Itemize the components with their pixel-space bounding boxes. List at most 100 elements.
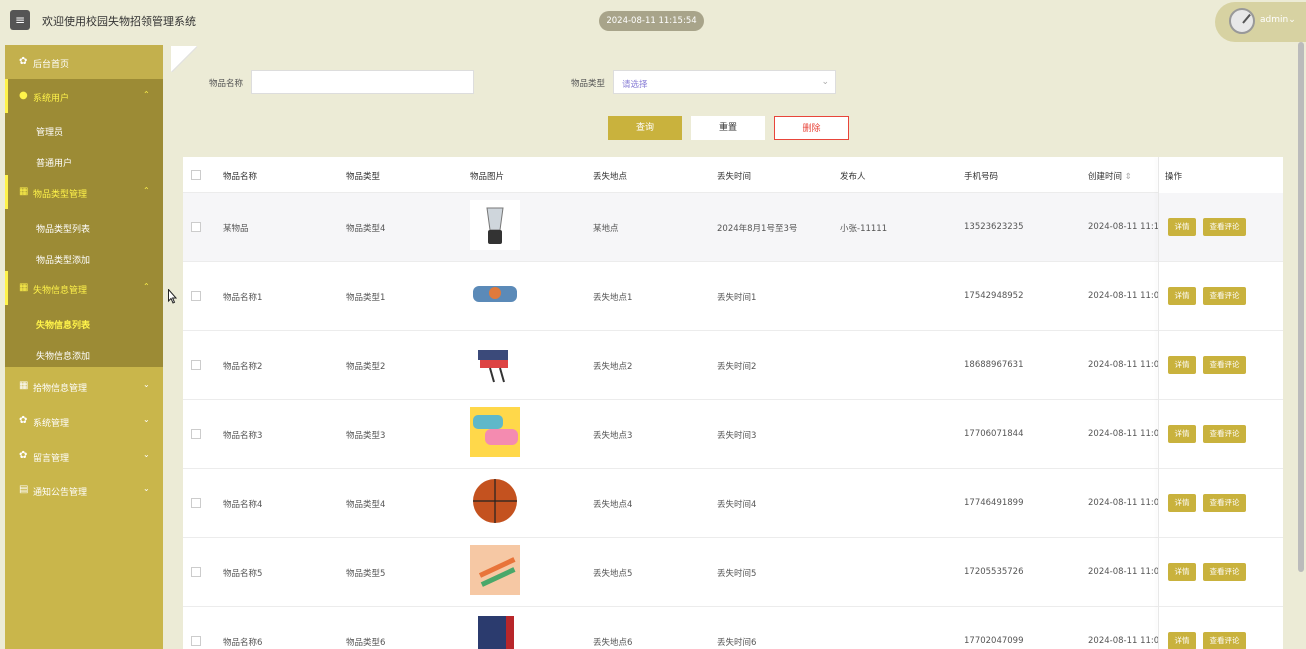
type-select[interactable]: 请选择 ⌄ (613, 70, 836, 94)
cell-phone: 17706071844 (964, 429, 1024, 439)
cell-time: 丢失时间4 (717, 500, 757, 510)
user-menu[interactable]: admin⌄ (1215, 2, 1306, 42)
sidebar-item-messages[interactable]: ✿ 留言管理 ⌄ (5, 439, 163, 473)
table-row-operations: 详情 查看评论 (1159, 262, 1283, 331)
cell-place: 某地点 (593, 224, 619, 234)
row-checkbox[interactable] (191, 291, 201, 301)
message-icon: ✿ (19, 450, 28, 461)
cell-name: 物品名称6 (223, 638, 263, 648)
row-checkbox[interactable] (191, 429, 201, 439)
sidebar-item-label: 留言管理 (33, 454, 70, 464)
select-all-checkbox[interactable] (191, 170, 201, 180)
delete-button[interactable]: 删除 (774, 116, 849, 140)
sidebar-group-item-types: ▦ 物品类型管理 ⌃ 物品类型列表 物品类型添加 (5, 175, 163, 271)
sidebar-subitem-lost-add[interactable]: 失物信息添加 (36, 349, 90, 362)
name-input[interactable] (251, 70, 474, 94)
view-comments-button[interactable]: 查看评论 (1203, 563, 1246, 581)
sidebar: ✿ 后台首页 ● 系统用户 ⌃ 管理员 普通用户 ▦ 物品类型管理 ⌃ 物品类型… (5, 45, 163, 649)
sidebar-item-home[interactable]: ✿ 后台首页 (5, 45, 163, 79)
cell-publisher: 小张-11111 (840, 224, 888, 234)
view-comments-button[interactable]: 查看评论 (1203, 632, 1246, 649)
column-header: 物品类型 (346, 172, 381, 182)
page-scrollbar[interactable] (1298, 42, 1304, 572)
cell-phone: 17542948952 (964, 291, 1024, 301)
chevron-down-icon: ⌄ (143, 484, 150, 493)
table-row-operations: 详情 查看评论 (1159, 469, 1283, 538)
hamburger-icon[interactable]: ≡ (10, 10, 30, 30)
detail-button[interactable]: 详情 (1168, 494, 1196, 512)
gear-icon: ✿ (19, 415, 28, 426)
sidebar-item-found-items[interactable]: ▦ 拾物信息管理 ⌄ (5, 369, 163, 403)
sidebar-subitem-type-list[interactable]: 物品类型列表 (36, 222, 90, 235)
sidebar-group-system-users: ● 系统用户 ⌃ 管理员 普通用户 (5, 79, 163, 175)
sidebar-item-system-users[interactable]: ● 系统用户 ⌃ (5, 79, 163, 113)
column-header: 物品名称 (223, 172, 258, 182)
view-comments-button[interactable]: 查看评论 (1203, 218, 1246, 236)
cell-phone: 18688967631 (964, 360, 1024, 370)
cell-name: 某物品 (223, 224, 249, 234)
table-row-operations: 详情 查看评论 (1159, 400, 1283, 469)
user-icon: ● (19, 90, 28, 101)
row-checkbox[interactable] (191, 498, 201, 508)
column-header: 发布人 (840, 172, 866, 182)
username: admin (1260, 15, 1289, 25)
view-comments-button[interactable]: 查看评论 (1203, 356, 1246, 374)
cell-type: 物品类型2 (346, 362, 386, 372)
row-checkbox[interactable] (191, 567, 201, 577)
table-row-operations: 详情 查看评论 (1159, 607, 1283, 649)
table-row-operations: 详情 查看评论 (1159, 538, 1283, 607)
cell-type: 物品类型1 (346, 293, 386, 303)
cell-phone: 13523623235 (964, 222, 1024, 232)
query-button[interactable]: 查询 (608, 116, 682, 140)
table-row-operations: 详情 查看评论 (1159, 193, 1283, 262)
view-comments-button[interactable]: 查看评论 (1203, 494, 1246, 512)
sidebar-item-lost-items[interactable]: ▦ 失物信息管理 ⌃ (5, 271, 163, 305)
item-image (470, 338, 520, 388)
chevron-down-icon: ⌄ (143, 380, 150, 389)
column-header-label: 创建时间 (1088, 172, 1123, 182)
sidebar-item-system-settings[interactable]: ✿ 系统管理 ⌄ (5, 404, 163, 438)
cell-name: 物品名称5 (223, 569, 263, 579)
view-comments-button[interactable]: 查看评论 (1203, 425, 1246, 443)
table-row: 物品名称2 物品类型2 丢失地点2 丢失时间2 18688967631 2024-08-1… (183, 331, 1283, 400)
sidebar-subitem-lost-list[interactable]: 失物信息列表 (36, 318, 90, 331)
item-image (470, 614, 520, 649)
datetime-badge: 2024-08-11 11:15:54 (599, 11, 704, 31)
column-header-sortable[interactable]: 创建时间 ⇕ (1088, 170, 1132, 182)
app-title: 欢迎使用校园失物招领管理系统 (42, 15, 196, 28)
detail-button[interactable]: 详情 (1168, 425, 1196, 443)
cell-created: 2024-08-11 11:09 (1088, 567, 1165, 577)
chevron-down-icon: ⌄ (821, 77, 829, 87)
cell-name: 物品名称3 (223, 431, 263, 441)
home-icon: ✿ (19, 56, 28, 67)
column-header: 手机号码 (964, 172, 999, 182)
row-checkbox[interactable] (191, 360, 201, 370)
data-table: 物品名称 物品类型 物品图片 丢失地点 丢失时间 发布人 手机号码 创建时间 ⇕… (183, 157, 1283, 649)
table-row-operations: 详情 查看评论 (1159, 331, 1283, 400)
item-image (470, 200, 520, 250)
reset-button[interactable]: 重置 (691, 116, 765, 140)
sidebar-subitem-type-add[interactable]: 物品类型添加 (36, 253, 90, 266)
cell-type: 物品类型3 (346, 431, 386, 441)
detail-button[interactable]: 详情 (1168, 356, 1196, 374)
row-checkbox[interactable] (191, 222, 201, 232)
detail-button[interactable]: 详情 (1168, 563, 1196, 581)
cell-time: 丢失时间3 (717, 431, 757, 441)
sidebar-item-label: 失物信息管理 (33, 286, 88, 296)
sidebar-subitem-normal-user[interactable]: 普通用户 (36, 156, 72, 169)
cell-created: 2024-08-11 11:09 (1088, 636, 1165, 646)
row-checkbox[interactable] (191, 636, 201, 646)
sidebar-subitem-admin[interactable]: 管理员 (36, 125, 63, 138)
cell-type: 物品类型6 (346, 638, 386, 648)
cell-place: 丢失地点5 (593, 569, 633, 579)
cell-time: 丢失时间6 (717, 638, 757, 648)
detail-button[interactable]: 详情 (1168, 218, 1196, 236)
item-image (470, 545, 520, 595)
detail-button[interactable]: 详情 (1168, 287, 1196, 305)
cell-name: 物品名称1 (223, 293, 263, 303)
detail-button[interactable]: 详情 (1168, 632, 1196, 649)
sidebar-item-item-types[interactable]: ▦ 物品类型管理 ⌃ (5, 175, 163, 209)
item-image (470, 476, 520, 526)
view-comments-button[interactable]: 查看评论 (1203, 287, 1246, 305)
sidebar-item-notices[interactable]: ▤ 通知公告管理 ⌄ (5, 473, 163, 507)
